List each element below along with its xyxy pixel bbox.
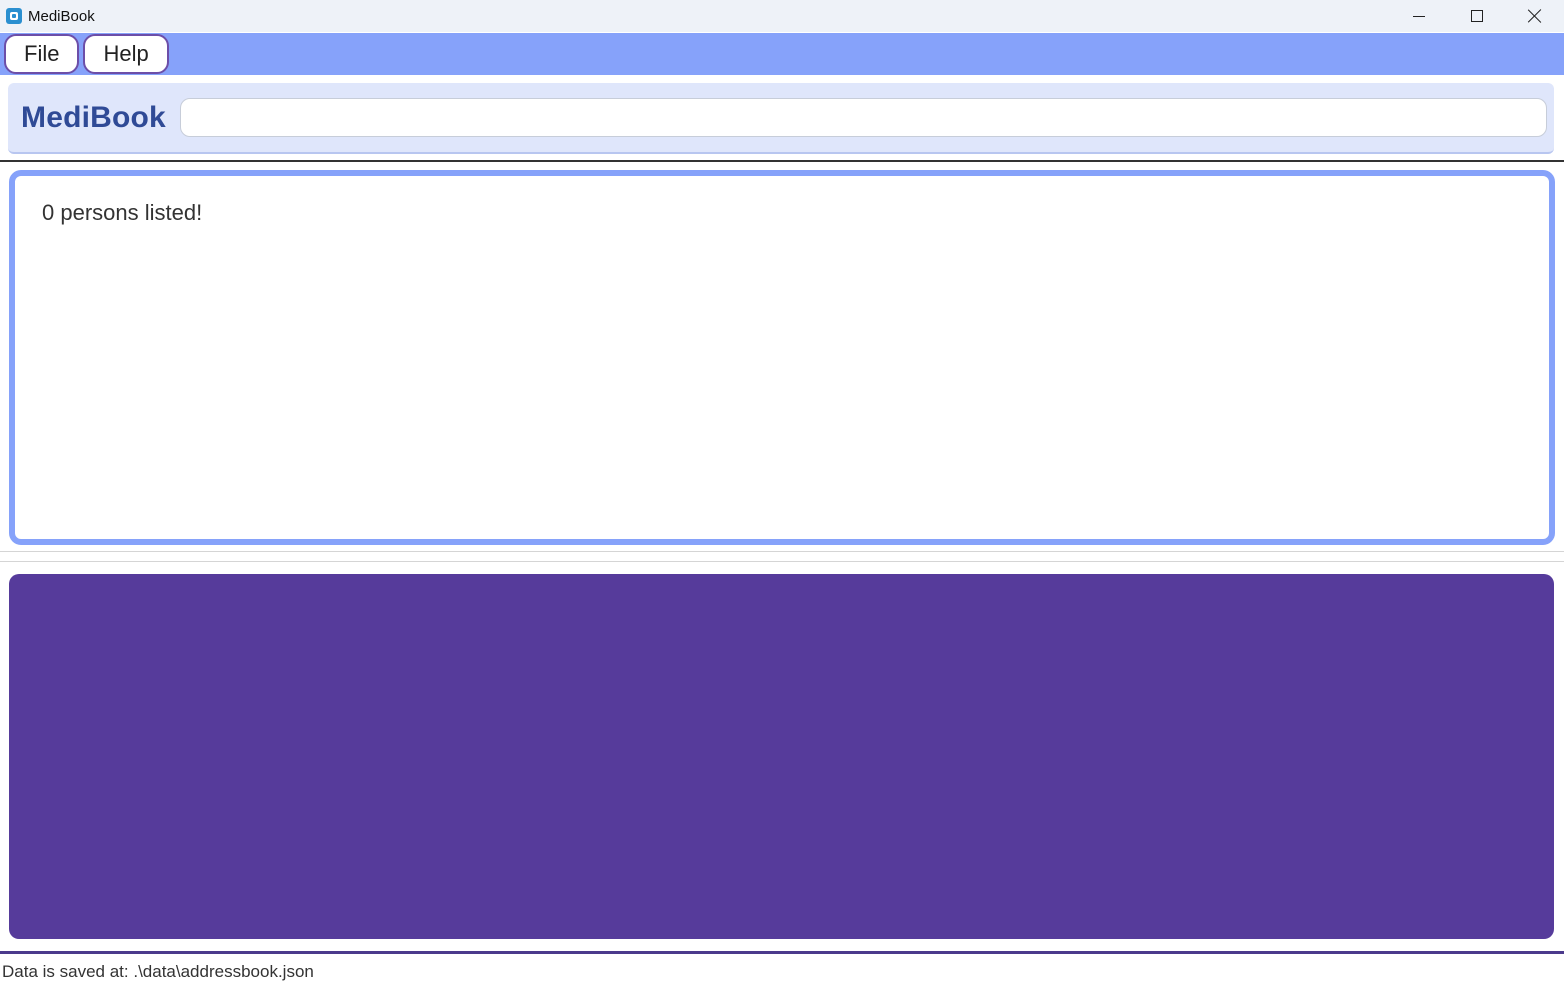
window-controls: [1390, 0, 1564, 32]
header-divider: [0, 160, 1564, 162]
person-list-panel[interactable]: [9, 574, 1554, 939]
window-title: MediBook: [28, 7, 95, 25]
command-header: MediBook: [8, 83, 1554, 154]
app-window: MediBook File Help MediBook 0 persons li…: [0, 0, 1564, 990]
close-button[interactable]: [1506, 0, 1564, 32]
close-icon: [1528, 9, 1542, 23]
command-input[interactable]: [179, 98, 1547, 137]
minimize-icon: [1413, 15, 1425, 17]
brand-title: MediBook: [21, 100, 166, 134]
maximize-icon: [1471, 10, 1483, 22]
title-bar[interactable]: MediBook: [0, 0, 1564, 32]
result-message: 0 persons listed!: [42, 200, 203, 225]
maximize-button[interactable]: [1448, 0, 1506, 32]
menu-bar: File Help: [0, 33, 1564, 75]
file-menu-button[interactable]: File: [4, 34, 80, 74]
medibook-app-icon: [6, 8, 22, 24]
panel-divider-top: [0, 551, 1564, 552]
panel-divider-bottom[interactable]: [0, 561, 1564, 562]
save-location-text: Data is saved at: .\data\addressbook.jso…: [2, 962, 314, 981]
status-bar: Data is saved at: .\data\addressbook.jso…: [0, 954, 1564, 990]
minimize-button[interactable]: [1390, 0, 1448, 32]
result-display[interactable]: 0 persons listed!: [9, 170, 1555, 545]
help-menu-button[interactable]: Help: [83, 34, 169, 74]
